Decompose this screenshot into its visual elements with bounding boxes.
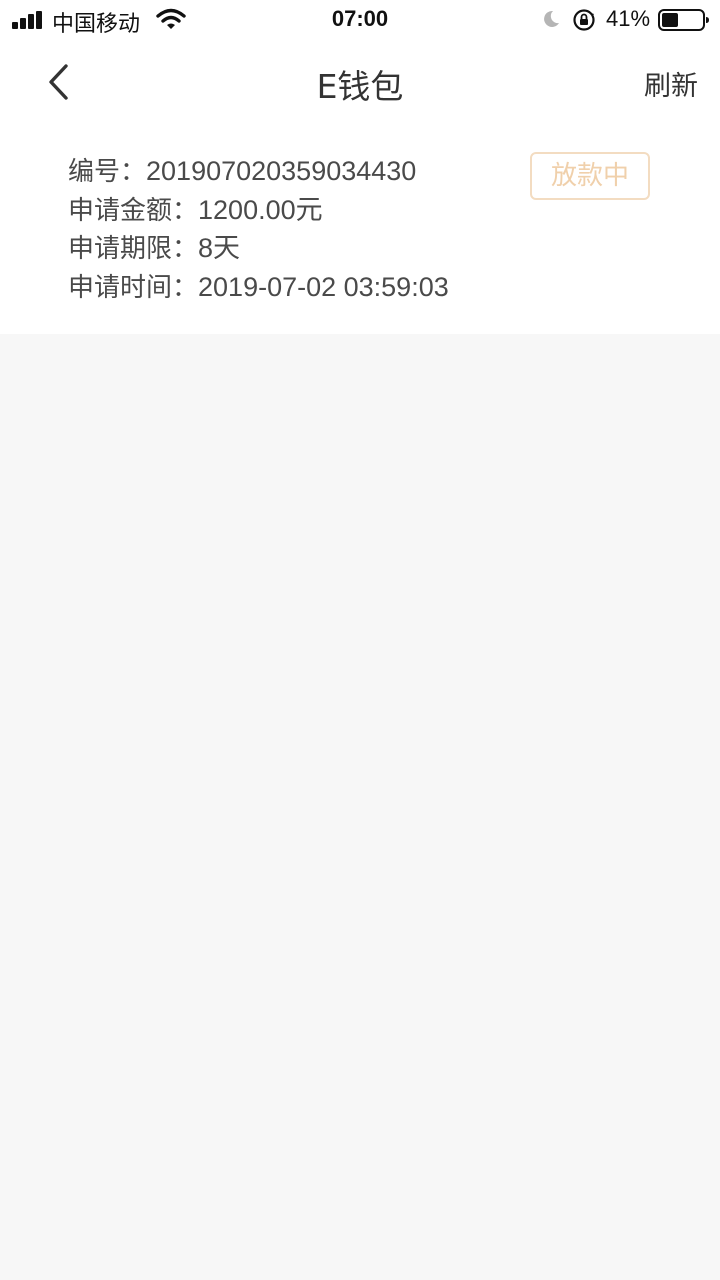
moon-icon	[544, 10, 559, 27]
record-number-row: 编号：201907020359034430	[68, 152, 449, 191]
amount-label: 申请金额：	[68, 195, 199, 226]
record-details: 编号：201907020359034430 申请金额：1200.00元 申请期限…	[68, 152, 449, 306]
refresh-button[interactable]: 刷新	[644, 64, 698, 103]
amount-value: 1200.00元	[198, 194, 323, 225]
page-title: E钱包	[316, 67, 404, 106]
time-value: 2019-07-02 03:59:03	[198, 271, 449, 302]
number-label: 编号：	[68, 157, 147, 187]
record-term-row: 申请期限：8天	[68, 229, 449, 268]
chevron-left-icon[interactable]	[36, 60, 84, 104]
number-value: 201907020359034430	[146, 156, 417, 186]
time-label: 申请时间：	[68, 272, 199, 303]
battery-icon	[658, 9, 709, 31]
record-card[interactable]: 编号：201907020359034430 申请金额：1200.00元 申请期限…	[0, 128, 720, 334]
status-badge: 放款中	[530, 152, 650, 200]
record-amount-row: 申请金额：1200.00元	[68, 191, 449, 230]
record-time-row: 申请时间：2019-07-02 03:59:03	[68, 268, 449, 307]
nav-bar: E钱包 刷新	[0, 40, 720, 128]
rotation-lock-icon	[573, 9, 595, 31]
term-value: 8天	[198, 233, 241, 263]
battery-percent: 41%	[606, 6, 651, 31]
term-label: 申请期限：	[68, 234, 199, 264]
status-bar: 中国移动 07:00 41%	[0, 0, 720, 40]
